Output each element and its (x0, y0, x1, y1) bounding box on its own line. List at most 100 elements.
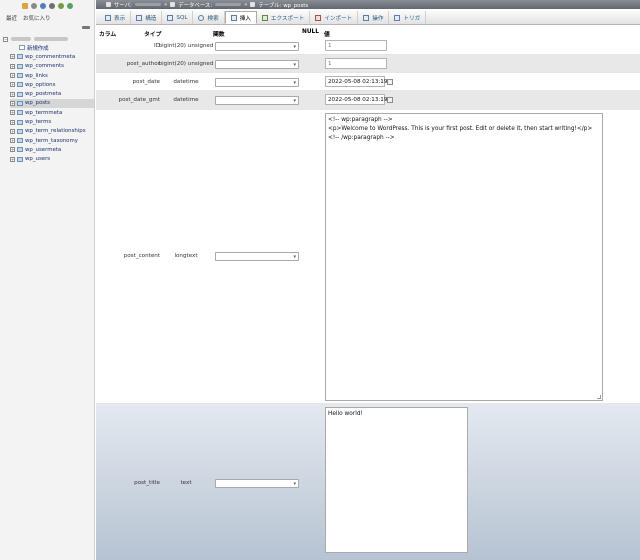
value-textarea-post_title[interactable]: Hello world! (325, 407, 468, 553)
breadcrumb-database[interactable]: データベース: (178, 1, 212, 9)
expand-icon[interactable]: + (10, 156, 15, 162)
table-list: 新規作成 + wp_commentmeta + wp_comments + wp_li… (10, 43, 94, 164)
tab-label: 構造 (145, 15, 157, 22)
browse-icon (105, 14, 111, 21)
field-type: bigint(20) unsigned (158, 43, 214, 49)
expand-icon[interactable]: + (10, 73, 15, 79)
field-name: post_date_gmt (118, 97, 160, 103)
expand-icon[interactable]: + (10, 91, 15, 97)
sidebar-item-wp_term_taxonomy[interactable]: + wp_term_taxonomy (10, 136, 94, 145)
expand-icon[interactable]: + (10, 63, 15, 69)
field-type: datetime (173, 97, 199, 103)
field-name: post_content (123, 253, 160, 259)
function-select[interactable]: ▾ (215, 479, 299, 488)
breadcrumb-server[interactable]: サーバ: (114, 1, 132, 9)
sidebar-item-wp_comments[interactable]: + wp_comments (10, 62, 94, 71)
value-textarea-post_content[interactable]: <!-- wp:paragraph --> <p>Welcome to Word… (325, 113, 603, 401)
table-icon (17, 73, 23, 79)
tab-export[interactable]: エクスポート (257, 11, 311, 24)
settings-icon[interactable] (57, 3, 64, 9)
value-input-post_date_gmt[interactable]: 2022-05-08 02:13:19 (325, 94, 387, 105)
tab-structure[interactable]: 構造 (131, 11, 163, 24)
sidebar-item-wp_terms[interactable]: + wp_terms (10, 117, 94, 126)
collapse-icon[interactable] (82, 26, 90, 29)
function-select[interactable]: ▾ (215, 78, 299, 87)
table-icon (17, 63, 23, 69)
collapse-tree-icon[interactable]: − (3, 36, 8, 42)
expand-icon[interactable]: + (10, 110, 15, 116)
expand-icon[interactable]: + (10, 100, 15, 106)
tab-insert[interactable]: 挿入 (224, 11, 257, 24)
table-name: wp_term_taxonomy (25, 137, 78, 144)
sidebar-item-wp_posts[interactable]: + wp_posts (10, 98, 94, 109)
table-icon (17, 147, 23, 153)
expand-icon[interactable]: + (10, 138, 15, 144)
field-row-post_content: post_content longtext ▾ <!-- wp:paragrap… (96, 110, 640, 404)
nav-tab-recent[interactable]: 最近 (6, 14, 17, 22)
tab-triggers[interactable]: トリガ (389, 11, 427, 24)
tab-label: インポート (324, 15, 353, 22)
tab-operations[interactable]: 操作 (358, 11, 390, 24)
database-tree-root[interactable]: − (3, 35, 68, 43)
tab-sql[interactable]: SQL (162, 11, 194, 24)
calendar-icon[interactable] (387, 97, 393, 103)
insert-icon (230, 14, 237, 21)
tab-label: 操作 (372, 15, 384, 22)
docs-icon[interactable] (48, 3, 55, 9)
value-input-post_author[interactable]: 1 (325, 58, 387, 69)
nav-icon-bar (0, 0, 94, 12)
home-icon[interactable] (21, 3, 28, 9)
tab-import[interactable]: インポート (310, 11, 359, 24)
sidebar-item-wp_usermeta[interactable]: + wp_usermeta (10, 145, 94, 154)
insert-form: カラム タイプ 関数 NULL 値 ID bigint(20) unsigned… (96, 26, 640, 560)
field-type: text (180, 480, 192, 486)
logout-icon[interactable] (30, 3, 37, 9)
function-select[interactable]: ▾ (215, 42, 299, 51)
expand-icon[interactable]: + (10, 119, 15, 125)
sidebar-item-wp_commentmeta[interactable]: + wp_commentmeta (10, 52, 94, 61)
expand-icon[interactable]: + (10, 147, 15, 153)
tab-search[interactable]: 検索 (193, 11, 225, 24)
function-select[interactable]: ▾ (215, 96, 299, 105)
breadcrumb-table[interactable]: テーブル: wp_posts (258, 1, 308, 9)
table-icon (17, 138, 23, 144)
nav-tab-favorites[interactable]: お気に入り (23, 14, 51, 22)
tab-bar: 表示 構造 SQL 検索 挿入 エクスポート インポート 操作 トリガ (96, 9, 640, 25)
tab-label: トリガ (403, 15, 421, 22)
expand-icon[interactable]: + (10, 54, 15, 60)
expand-icon[interactable]: + (10, 128, 15, 134)
resize-handle-icon[interactable] (597, 395, 601, 399)
table-name: wp_links (25, 72, 48, 79)
new-table-item[interactable]: 新規作成 (10, 43, 94, 52)
value-input-post_date[interactable]: 2022-05-08 02:13:19 (325, 76, 387, 87)
sidebar-item-wp_users[interactable]: + wp_users (10, 155, 94, 164)
operations-icon (363, 14, 370, 21)
value-input-id[interactable]: 1 (325, 40, 387, 51)
database-name-redacted (215, 3, 242, 6)
sidebar-item-wp_term_relationships[interactable]: + wp_term_relationships (10, 127, 94, 136)
table-icon (17, 100, 23, 106)
sidebar-item-wp_termmeta[interactable]: + wp_termmeta (10, 108, 94, 117)
help-icon[interactable] (39, 3, 46, 9)
database-name-redacted (34, 37, 68, 41)
tab-label: 挿入 (239, 15, 251, 22)
nav-tabs: 最近 お気に入り (0, 12, 94, 22)
breadcrumb-separator-icon: » (163, 1, 168, 8)
function-select[interactable]: ▾ (215, 252, 299, 261)
expand-icon[interactable]: + (10, 82, 15, 88)
server-icon (106, 2, 111, 7)
tab-label: エクスポート (270, 15, 305, 22)
sidebar-item-wp_options[interactable]: + wp_options (10, 80, 94, 89)
breadcrumb-separator-icon: » (244, 1, 248, 8)
table-icon (17, 110, 23, 116)
reload-icon[interactable] (66, 3, 73, 9)
sidebar-item-wp_postmeta[interactable]: + wp_postmeta (10, 89, 94, 98)
field-row-id: ID bigint(20) unsigned ▾ 1 (96, 37, 640, 55)
structure-icon (136, 14, 143, 21)
tab-browse[interactable]: 表示 (100, 11, 132, 24)
function-select[interactable]: ▾ (215, 60, 299, 69)
tab-label: 検索 (207, 15, 219, 22)
sidebar-item-wp_links[interactable]: + wp_links (10, 71, 94, 80)
import-icon (315, 14, 322, 21)
calendar-icon[interactable] (387, 79, 393, 85)
